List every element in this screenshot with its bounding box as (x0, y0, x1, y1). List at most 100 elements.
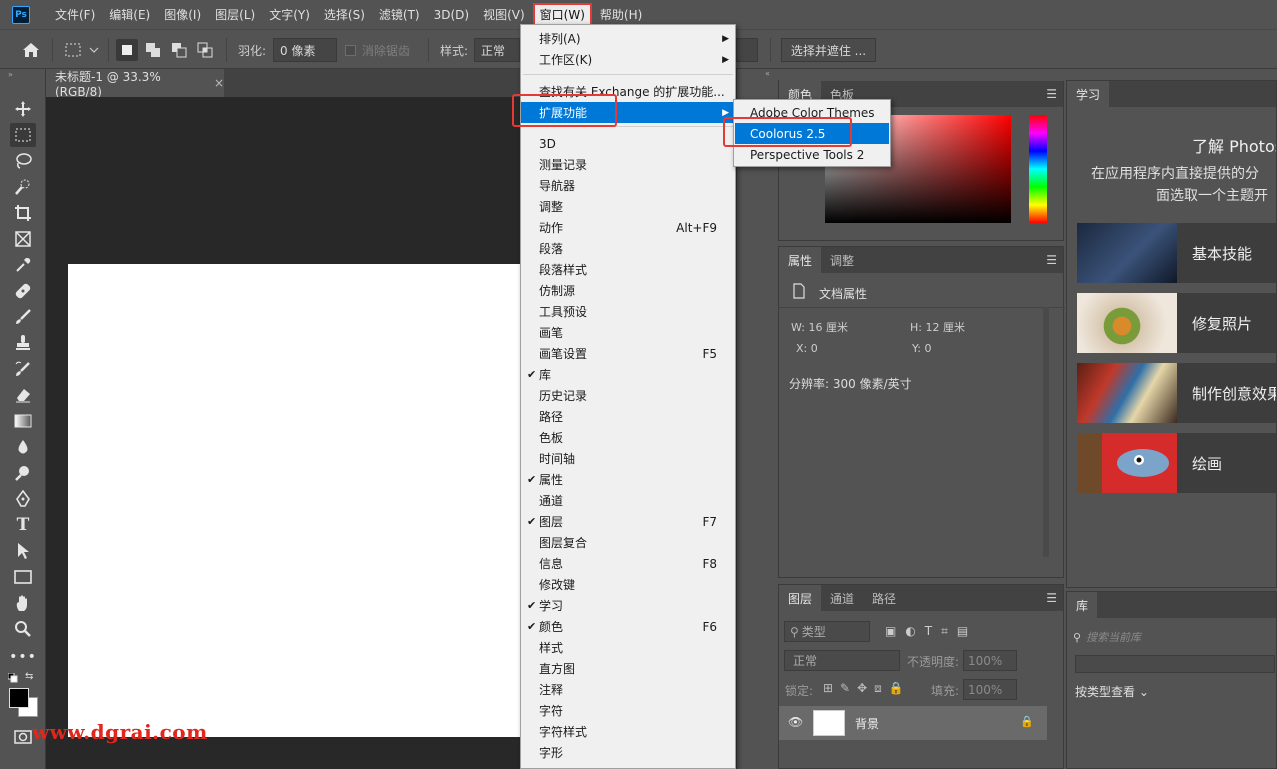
height-input[interactable] (736, 38, 758, 62)
window-menu-item[interactable]: 画笔 (521, 322, 735, 343)
window-menu-item[interactable]: 工作区(K) ▶ (521, 49, 735, 70)
tab-layers[interactable]: 图层 (779, 585, 822, 611)
tab-library[interactable]: 库 (1067, 592, 1098, 618)
home-icon[interactable] (20, 39, 42, 61)
intersect-selection-icon[interactable] (194, 39, 216, 61)
window-menu-item[interactable]: 色板 (521, 427, 735, 448)
window-menu-item[interactable]: 路径 (521, 406, 735, 427)
tab-channels[interactable]: 通道 (821, 585, 863, 611)
marquee-preset-picker[interactable] (62, 38, 102, 62)
window-menu-item[interactable]: 图层复合 (521, 532, 735, 553)
window-menu-item[interactable]: 字符 (521, 700, 735, 721)
learn-card-fix-photos[interactable]: 修复照片 (1077, 293, 1276, 353)
library-search-input[interactable]: ⚲ 搜索当前库 (1073, 628, 1273, 646)
view-by-type-dropdown[interactable]: 按类型查看 ⌄ (1075, 683, 1149, 700)
close-tab-icon[interactable]: × (214, 76, 224, 90)
frame-tool-icon[interactable] (10, 227, 36, 251)
window-menu-item[interactable]: 注释 (521, 679, 735, 700)
window-menu-item[interactable]: 查找有关 Exchange 的扩展功能... (521, 81, 735, 102)
clone-stamp-tool-icon[interactable] (10, 331, 36, 355)
y-value[interactable]: 0 (924, 342, 931, 355)
gradient-tool-icon[interactable] (10, 409, 36, 433)
library-select[interactable] (1075, 655, 1275, 673)
foreground-color-swatch[interactable] (9, 688, 29, 708)
learn-card-creative-effects[interactable]: 制作创意效果 (1077, 363, 1276, 423)
menu-file[interactable]: 文件(F) (48, 3, 102, 27)
window-menu-item[interactable]: 工具预设 (521, 301, 735, 322)
healing-brush-tool-icon[interactable] (10, 279, 36, 303)
menu-filter[interactable]: 滤镜(T) (372, 3, 427, 27)
window-menu-item[interactable]: ✔ 库 (521, 364, 735, 385)
window-menu-item[interactable]: ✔ 颜色 F6 (521, 616, 735, 637)
layer-name[interactable]: 背景 (855, 715, 879, 732)
layer-filter-select[interactable]: ⚲ 类型 (784, 621, 870, 642)
fill-input[interactable]: 100% (963, 679, 1017, 700)
layers-panel-menu-icon[interactable]: ☰ (1046, 591, 1057, 605)
opacity-input[interactable]: 100% (963, 650, 1017, 671)
window-menu-item[interactable]: 仿制源 (521, 280, 735, 301)
document-canvas[interactable] (68, 264, 528, 737)
window-menu-item[interactable]: 时间轴 (521, 448, 735, 469)
window-menu-item[interactable]: 段落 (521, 238, 735, 259)
quick-selection-tool-icon[interactable] (10, 175, 36, 199)
window-menu-item[interactable]: 信息 F8 (521, 553, 735, 574)
menu-3d[interactable]: 3D(D) (427, 3, 476, 27)
window-menu-item[interactable]: 样式 (521, 637, 735, 658)
tab-properties[interactable]: 属性 (779, 247, 822, 273)
brush-tool-icon[interactable] (10, 305, 36, 329)
zoom-tool-icon[interactable] (10, 617, 36, 641)
new-selection-icon[interactable] (116, 39, 138, 61)
window-menu-item[interactable]: 修改键 (521, 574, 735, 595)
swap-colors-icon[interactable]: ⇆ (25, 671, 33, 682)
select-and-mask-button[interactable]: 选择并遮住 ... (781, 38, 876, 62)
menu-window[interactable]: 窗口(W) (532, 2, 592, 27)
color-panel-menu-icon[interactable]: ☰ (1046, 87, 1057, 101)
window-menu-item[interactable]: 段落样式 (521, 259, 735, 280)
window-menu-item[interactable]: 3D (521, 133, 735, 154)
tab-adjustments[interactable]: 调整 (821, 247, 863, 273)
window-menu-item[interactable]: 通道 (521, 490, 735, 511)
window-menu-item[interactable]: 扩展功能 ▶ (521, 102, 735, 123)
window-menu-item[interactable]: 直方图 (521, 658, 735, 679)
hand-tool-icon[interactable] (10, 591, 36, 615)
width-value[interactable]: 16 厘米 (808, 321, 848, 334)
window-menu-item[interactable]: 调整 (521, 196, 735, 217)
document-tab[interactable]: 未标题-1 @ 33.3%(RGB/8) × (46, 69, 224, 99)
window-menu-item[interactable]: 字符样式 (521, 721, 735, 742)
dodge-tool-icon[interactable] (10, 461, 36, 485)
tab-learn[interactable]: 学习 (1067, 81, 1110, 107)
type-tool-icon[interactable]: T (10, 513, 36, 537)
window-menu-item[interactable]: 导航器 (521, 175, 735, 196)
layer-row[interactable]: 👁 背景 🔒 (779, 706, 1047, 740)
move-tool-icon[interactable] (10, 97, 36, 121)
window-menu-item[interactable]: 字形 (521, 742, 735, 763)
window-menu-item[interactable]: 测量记录 (521, 154, 735, 175)
window-menu-item[interactable]: ✔ 图层 F7 (521, 511, 735, 532)
height-value[interactable]: 12 厘米 (925, 321, 965, 334)
properties-scrollbar[interactable] (1043, 307, 1049, 557)
x-value[interactable]: 0 (811, 342, 818, 355)
window-menu-item[interactable]: ✔ 属性 (521, 469, 735, 490)
subtract-selection-icon[interactable] (168, 39, 190, 61)
menu-help[interactable]: 帮助(H) (593, 3, 649, 27)
menu-edit[interactable]: 编辑(E) (102, 3, 157, 27)
marquee-tool-icon[interactable] (10, 123, 36, 147)
canvas-area[interactable] (46, 97, 528, 769)
antialias-checkbox[interactable] (345, 38, 356, 62)
blur-tool-icon[interactable] (10, 435, 36, 459)
add-selection-icon[interactable] (142, 39, 164, 61)
crop-tool-icon[interactable] (10, 201, 36, 225)
default-colors-icon[interactable] (7, 672, 18, 683)
history-brush-tool-icon[interactable] (10, 357, 36, 381)
extensions-submenu-item[interactable]: Adobe Color Themes (735, 102, 889, 123)
pen-tool-icon[interactable] (10, 487, 36, 511)
learn-card-painting[interactable]: 绘画 (1077, 433, 1276, 493)
window-menu-item[interactable]: ✔ 学习 (521, 595, 735, 616)
path-selection-tool-icon[interactable] (10, 539, 36, 563)
rectangle-tool-icon[interactable] (10, 565, 36, 589)
menu-image[interactable]: 图像(I) (157, 3, 208, 27)
eraser-tool-icon[interactable] (10, 383, 36, 407)
eye-icon[interactable]: 👁 (788, 715, 803, 729)
menu-view[interactable]: 视图(V) (476, 3, 532, 27)
layer-filter-icons[interactable]: ▣◐T⌗▤ (885, 624, 977, 639)
